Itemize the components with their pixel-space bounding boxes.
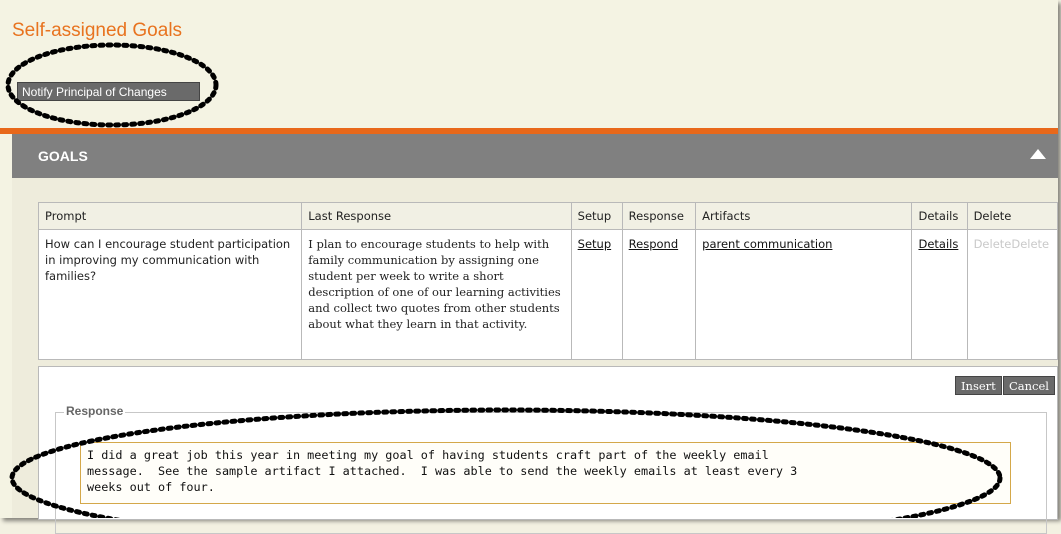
delete-link[interactable]: DeleteDelete [974,237,1050,251]
response-editor: Insert Cancel Response I did a great job… [38,366,1058,534]
goals-table: Prompt Last Response Setup Response Arti… [37,202,1059,360]
artifact-link[interactable]: parent communication [702,237,832,251]
cell-last-response: I plan to encourage students to help wit… [301,229,572,360]
column-header-prompt: Prompt [37,202,303,230]
goals-section-header[interactable]: GOALS [12,134,1058,178]
table-header-row: Prompt Last Response Setup Response Arti… [37,202,1059,230]
table-row: How can I encourage student participatio… [37,229,1059,360]
goals-section-title: GOALS [38,148,88,164]
column-header-artifacts: Artifacts [695,202,913,230]
column-header-last-response: Last Response [301,202,572,230]
page-frame: Self-assigned Goals Notify Principal of … [0,0,1059,534]
response-textarea[interactable]: I did a great job this year in meeting m… [80,442,1011,504]
respond-link[interactable]: Respond [629,237,678,251]
cell-prompt: How can I encourage student participatio… [37,229,303,360]
cancel-button[interactable]: Cancel [1003,376,1055,395]
column-header-delete: Delete [966,202,1059,230]
details-link[interactable]: Details [918,237,958,251]
column-header-setup: Setup [570,202,623,230]
goals-panel: Prompt Last Response Setup Response Arti… [12,178,1059,534]
response-fieldset: Response I did a great job this year in … [55,404,1047,534]
triangle-up-icon[interactable] [1030,149,1046,159]
setup-link[interactable]: Setup [578,237,611,251]
page-title: Self-assigned Goals [12,20,183,41]
insert-button[interactable]: Insert [955,376,1002,395]
response-legend: Response [64,404,126,418]
column-header-details: Details [911,202,968,230]
column-header-response: Response [621,202,697,230]
notify-principal-button[interactable]: Notify Principal of Changes [17,82,200,101]
